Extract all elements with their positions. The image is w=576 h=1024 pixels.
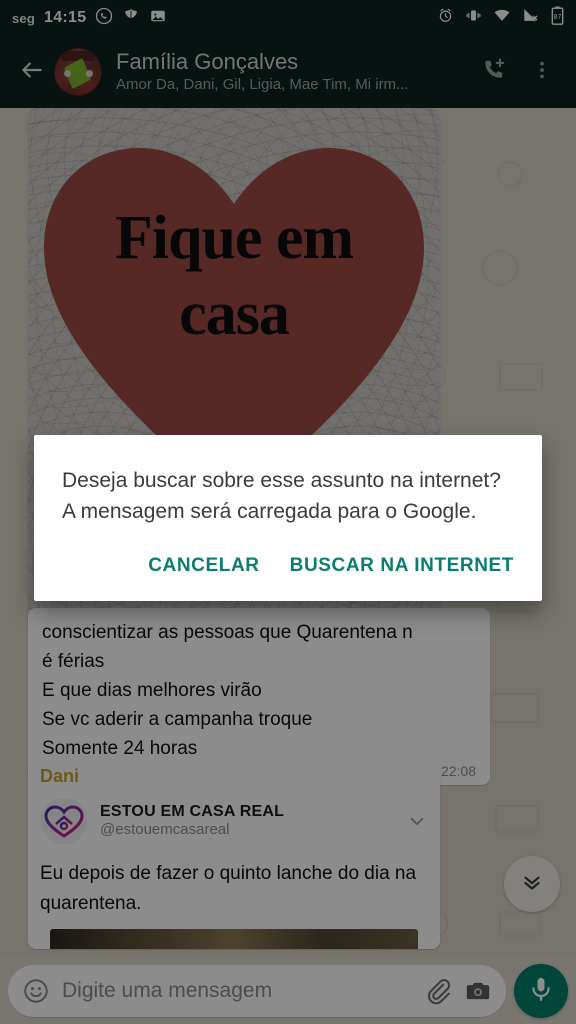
search-internet-button[interactable]: BUSCAR NA INTERNET <box>290 555 514 577</box>
web-search-dialog: Deseja buscar sobre esse assunto na inte… <box>34 435 542 601</box>
dialog-actions: CANCELAR BUSCAR NA INTERNET <box>62 527 514 591</box>
cancel-button[interactable]: CANCELAR <box>148 555 259 577</box>
dialog-message: Deseja buscar sobre esse assunto na inte… <box>62 469 501 523</box>
